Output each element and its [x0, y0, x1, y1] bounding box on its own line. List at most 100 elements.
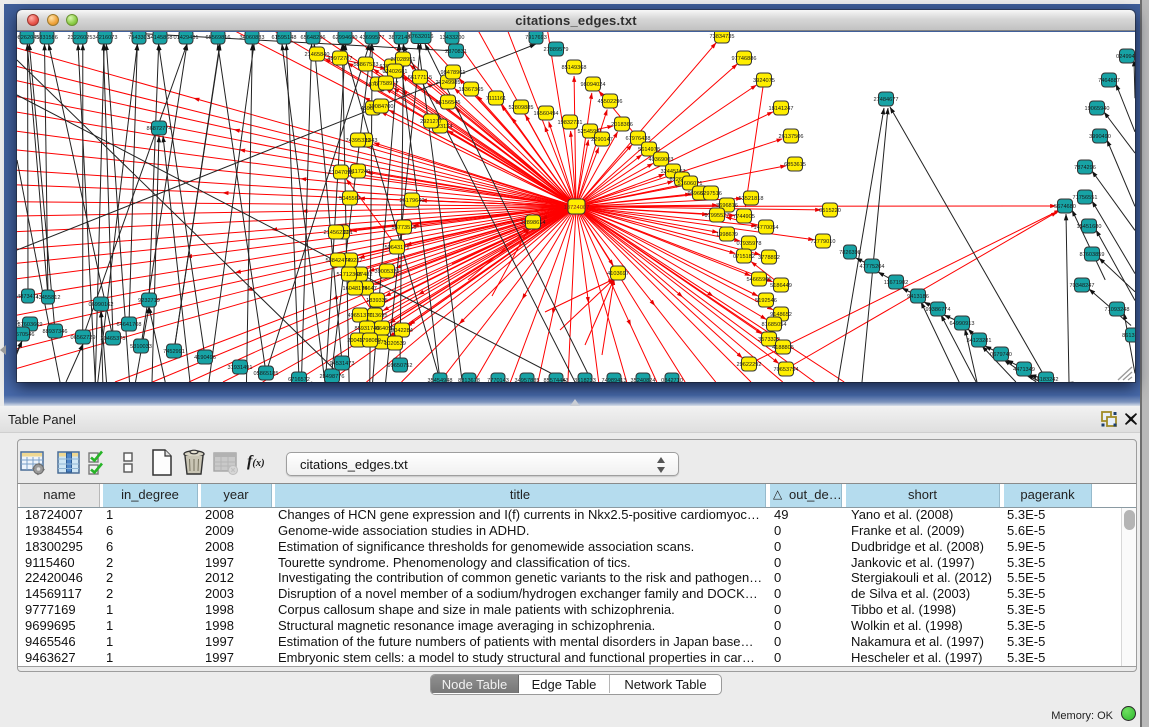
- svg-text:18367365: 18367365: [459, 87, 484, 93]
- svg-text:5192546: 5192546: [755, 298, 777, 304]
- svg-text:5186449: 5186449: [770, 283, 792, 289]
- svg-text:86872774: 86872774: [147, 126, 172, 132]
- svg-text:71093248: 71093248: [1105, 307, 1130, 313]
- svg-text:97995527: 97995527: [705, 213, 730, 219]
- svg-text:34123281: 34123281: [967, 338, 992, 344]
- svg-text:39084700: 39084700: [369, 104, 394, 110]
- svg-text:11671902: 11671902: [884, 280, 908, 286]
- svg-text:05865185: 05865185: [254, 371, 279, 377]
- svg-text:73834735: 73834735: [710, 34, 735, 40]
- svg-text:34957885: 34957885: [515, 378, 540, 382]
- svg-text:19065940: 19065940: [1085, 106, 1110, 112]
- svg-text:8613171: 8613171: [1122, 333, 1135, 339]
- svg-text:32898614: 32898614: [521, 220, 546, 226]
- svg-text:4471349: 4471349: [1013, 367, 1035, 373]
- svg-text:1020539: 1020539: [384, 341, 406, 347]
- svg-text:99650752: 99650752: [388, 363, 413, 369]
- svg-text:3924075: 3924075: [753, 78, 775, 84]
- svg-text:2290147: 2290147: [591, 137, 613, 143]
- svg-text:54665905: 54665905: [747, 277, 772, 283]
- svg-text:7826398: 7826398: [839, 250, 861, 256]
- svg-text:66177115: 66177115: [408, 75, 432, 81]
- svg-text:7464887: 7464887: [1098, 78, 1120, 84]
- svg-text:40369003: 40369003: [649, 157, 674, 163]
- svg-text:9413186: 9413186: [907, 294, 929, 300]
- svg-text:66156545: 66156545: [436, 100, 461, 106]
- svg-text:28498776: 28498776: [320, 374, 345, 380]
- svg-text:94531473: 94531473: [330, 361, 355, 367]
- svg-text:97746886: 97746886: [732, 56, 757, 62]
- svg-text:27889579: 27889579: [544, 47, 569, 53]
- svg-text:9042284: 9042284: [391, 328, 413, 334]
- svg-text:6853615: 6853615: [784, 162, 806, 168]
- svg-text:7770143: 7770143: [487, 378, 509, 382]
- svg-text:62994680: 62994680: [333, 35, 358, 41]
- svg-text:9232719: 9232719: [138, 298, 160, 304]
- svg-text:20465375: 20465375: [101, 336, 126, 342]
- svg-text:21465840: 21465840: [305, 52, 330, 58]
- svg-text:43699577: 43699577: [360, 35, 385, 41]
- svg-text:5674680: 5674680: [1054, 204, 1076, 210]
- svg-text:51712368: 51712368: [337, 272, 362, 278]
- svg-text:85931746: 85931746: [355, 326, 380, 332]
- svg-text:02402681: 02402681: [383, 69, 408, 75]
- svg-text:3518233: 3518233: [574, 378, 596, 382]
- svg-text:7111161: 7111161: [486, 96, 507, 102]
- svg-text:99386774: 99386774: [926, 307, 951, 313]
- svg-text:26137506: 26137506: [779, 134, 804, 140]
- svg-text:3778892: 3778892: [758, 255, 780, 261]
- svg-text:53773515: 53773515: [392, 225, 417, 231]
- svg-text:01429401: 01429401: [174, 35, 199, 41]
- svg-text:64990913: 64990913: [950, 321, 975, 327]
- svg-text:23226025: 23226025: [68, 35, 93, 41]
- svg-text:34060883: 34060883: [240, 35, 265, 41]
- svg-text:4188805: 4188805: [772, 345, 794, 351]
- svg-text:21249985: 21249985: [436, 80, 461, 86]
- svg-text:1798089: 1798089: [359, 338, 381, 344]
- svg-text:36183242: 36183242: [1034, 377, 1059, 382]
- svg-text:64641708: 64641708: [117, 322, 142, 328]
- svg-text:0715182: 0715182: [733, 254, 755, 260]
- svg-text:19832731: 19832731: [558, 120, 583, 126]
- svg-text:7744905: 7744905: [733, 214, 755, 220]
- svg-text:7452991: 7452991: [163, 349, 185, 355]
- svg-text:5310033: 5310033: [130, 344, 152, 350]
- svg-text:72779010: 72779010: [811, 239, 836, 245]
- svg-text:87603859: 87603859: [1080, 252, 1105, 258]
- svg-text:67632016: 67632016: [409, 34, 434, 40]
- svg-text:7917693: 7917693: [525, 35, 547, 41]
- svg-text:27484677: 27484677: [874, 97, 899, 103]
- svg-text:1998679: 1998679: [716, 232, 738, 238]
- svg-text:16560494: 16560494: [534, 111, 559, 117]
- svg-text:98478961: 98478961: [441, 70, 466, 76]
- svg-text:85149368: 85149368: [562, 65, 587, 71]
- svg-text:2921277: 2921277: [420, 119, 442, 125]
- svg-text:27028951: 27028951: [391, 57, 416, 63]
- svg-text:47775204: 47775204: [860, 264, 885, 270]
- svg-text:85574443: 85574443: [544, 378, 569, 382]
- svg-text:35454948: 35454948: [428, 378, 453, 382]
- svg-text:88937346: 88937346: [43, 329, 68, 335]
- svg-text:06990162: 06990162: [89, 302, 114, 308]
- svg-text:5297516: 5297516: [700, 191, 722, 197]
- svg-text:67976438: 67976438: [626, 136, 651, 142]
- svg-text:5331586: 5331586: [36, 35, 58, 41]
- svg-text:3990490: 3990490: [1089, 134, 1111, 140]
- svg-text:17758917: 17758917: [374, 81, 399, 87]
- svg-text:21456232: 21456232: [324, 230, 349, 236]
- svg-text:74395339: 74395339: [346, 138, 371, 144]
- svg-text:61595148: 61595148: [272, 35, 297, 41]
- svg-text:49651370: 49651370: [348, 313, 373, 319]
- svg-text:0515220: 0515220: [819, 208, 841, 214]
- svg-text:06562729: 06562729: [71, 335, 96, 341]
- svg-text:4190496: 4190496: [194, 355, 216, 361]
- svg-text:98094024: 98094024: [581, 82, 606, 88]
- svg-text:14770054: 14770054: [754, 225, 779, 231]
- svg-text:53521818: 53521818: [739, 196, 764, 202]
- svg-text:35240824: 35240824: [631, 378, 656, 382]
- svg-text:4103697: 4103697: [607, 271, 629, 277]
- svg-text:6716572: 6716572: [288, 377, 310, 382]
- svg-text:43455812: 43455812: [36, 295, 61, 301]
- svg-text:7874296: 7874296: [1074, 165, 1096, 171]
- svg-text:58867533: 58867533: [354, 62, 379, 68]
